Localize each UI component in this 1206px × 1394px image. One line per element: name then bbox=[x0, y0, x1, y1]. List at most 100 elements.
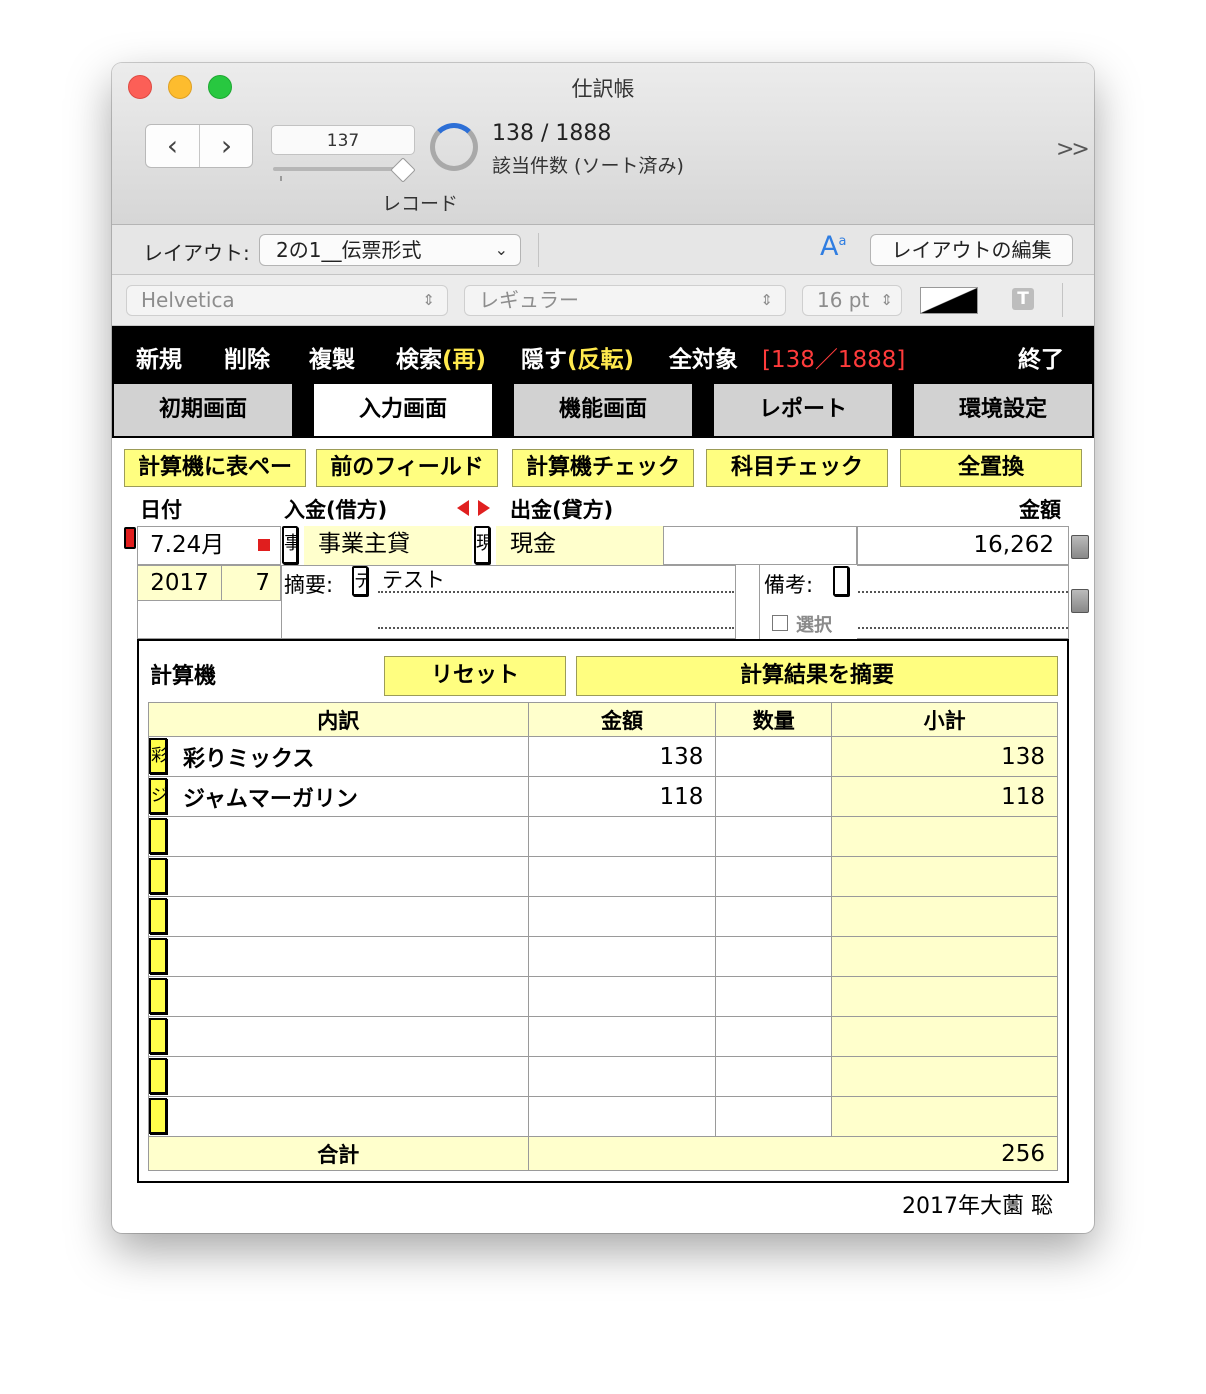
cell-subtotal[interactable]: 118 bbox=[831, 776, 1058, 817]
cell-qty[interactable] bbox=[715, 1096, 833, 1137]
memo-code-field[interactable]: テ bbox=[352, 566, 368, 596]
text-format-icon[interactable]: Aa bbox=[820, 231, 846, 262]
record-slider-knob[interactable] bbox=[390, 157, 416, 183]
row-tab[interactable]: 彩 bbox=[149, 738, 167, 774]
text-tool-icon[interactable]: T bbox=[1012, 288, 1034, 310]
cell-amount[interactable] bbox=[527, 816, 717, 857]
tab-settings[interactable]: 環境設定 bbox=[914, 384, 1092, 436]
size-select[interactable]: 16 pt ⇕ bbox=[802, 285, 902, 316]
arrow-left-icon[interactable] bbox=[457, 500, 469, 516]
cell-item[interactable] bbox=[148, 976, 529, 1017]
cell-subtotal[interactable] bbox=[831, 1096, 1058, 1137]
cell-qty[interactable] bbox=[715, 976, 833, 1017]
credit-account-field[interactable]: 現金 bbox=[496, 526, 664, 565]
row-tab[interactable] bbox=[149, 938, 167, 974]
duplicate-record-button[interactable]: 複製 bbox=[309, 340, 355, 374]
quit-button[interactable]: 終了 bbox=[1018, 340, 1064, 374]
hide-button[interactable]: 隠す(反転) bbox=[521, 340, 634, 374]
row-tab[interactable] bbox=[149, 1018, 167, 1054]
row-tab[interactable] bbox=[149, 1098, 167, 1134]
search-button[interactable]: 検索(再) bbox=[396, 340, 486, 374]
calculator-icon[interactable] bbox=[1071, 589, 1089, 613]
account-check-button[interactable]: 科目チェック bbox=[706, 449, 888, 487]
cell-subtotal[interactable] bbox=[831, 976, 1058, 1017]
cell-subtotal[interactable] bbox=[831, 1056, 1058, 1097]
cell-item[interactable] bbox=[148, 896, 529, 937]
cell-qty[interactable] bbox=[715, 736, 833, 777]
cell-amount[interactable]: 138 bbox=[527, 736, 717, 777]
replace-all-button[interactable]: 全置換 bbox=[900, 449, 1082, 487]
show-all-button[interactable]: 全対象 bbox=[669, 340, 738, 374]
month-field[interactable]: 7 bbox=[221, 565, 281, 601]
font-select[interactable]: Helvetica ⇕ bbox=[126, 285, 448, 316]
row-tab[interactable] bbox=[149, 978, 167, 1014]
cell-amount[interactable] bbox=[527, 896, 717, 937]
arrow-right-icon[interactable] bbox=[478, 500, 490, 516]
cell-item[interactable] bbox=[148, 1056, 529, 1097]
cell-subtotal[interactable] bbox=[831, 856, 1058, 897]
layout-select[interactable]: 2の1__伝票形式 ⌄ bbox=[259, 234, 521, 266]
cell-subtotal[interactable] bbox=[831, 816, 1058, 857]
style-select[interactable]: レギュラー ⇕ bbox=[464, 285, 786, 316]
edit-layout-button[interactable]: レイアウトの編集 bbox=[870, 234, 1073, 266]
cell-subtotal[interactable] bbox=[831, 896, 1058, 937]
cell-item[interactable] bbox=[148, 856, 529, 897]
cell-subtotal[interactable] bbox=[831, 1016, 1058, 1057]
row-tab[interactable] bbox=[149, 858, 167, 894]
cell-subtotal[interactable] bbox=[831, 936, 1058, 977]
cell-qty[interactable] bbox=[715, 896, 833, 937]
row-tab[interactable] bbox=[149, 818, 167, 854]
reset-button[interactable]: リセット bbox=[384, 656, 566, 696]
new-record-button[interactable]: 新規 bbox=[136, 340, 182, 374]
previous-record-button[interactable]: ‹ bbox=[146, 125, 200, 167]
select-checkbox[interactable] bbox=[772, 615, 788, 631]
cell-subtotal[interactable]: 138 bbox=[831, 736, 1058, 777]
row-tab[interactable] bbox=[149, 898, 167, 934]
note-code-field[interactable] bbox=[833, 566, 849, 596]
cell-item[interactable]: 彩彩りミックス bbox=[148, 736, 529, 777]
cell-amount[interactable] bbox=[527, 976, 717, 1017]
cell-amount[interactable] bbox=[527, 1056, 717, 1097]
cell-item[interactable] bbox=[148, 816, 529, 857]
debit-account-field[interactable]: 事業主貸 bbox=[304, 526, 472, 565]
cell-amount[interactable]: 118 bbox=[527, 776, 717, 817]
color-swatch[interactable] bbox=[920, 287, 978, 314]
cell-amount[interactable] bbox=[527, 936, 717, 977]
row-tab[interactable]: ジ bbox=[149, 778, 167, 814]
record-number-field[interactable]: 137 bbox=[271, 125, 415, 155]
paste-to-calculator-button[interactable]: 計算機に表ペー bbox=[124, 449, 306, 487]
cell-qty[interactable] bbox=[715, 1056, 833, 1097]
cell-amount[interactable] bbox=[527, 1016, 717, 1057]
calculator-check-button[interactable]: 計算機チェック bbox=[512, 449, 694, 487]
cell-amount[interactable] bbox=[527, 856, 717, 897]
delete-record-button[interactable]: 削除 bbox=[224, 340, 270, 374]
cell-qty[interactable] bbox=[715, 1016, 833, 1057]
amount-field[interactable]: 16,262 bbox=[857, 526, 1069, 565]
tab-input-screen[interactable]: 入力画面 bbox=[314, 384, 492, 436]
cell-item[interactable] bbox=[148, 1016, 529, 1057]
calculator-icon[interactable] bbox=[1071, 535, 1089, 559]
result-to-memo-button[interactable]: 計算結果を摘要 bbox=[576, 656, 1058, 696]
cell-qty[interactable] bbox=[715, 776, 833, 817]
cell-item[interactable] bbox=[148, 936, 529, 977]
cell-qty[interactable] bbox=[715, 816, 833, 857]
cell-item[interactable] bbox=[148, 1096, 529, 1137]
cell-qty[interactable] bbox=[715, 856, 833, 897]
cell-qty[interactable] bbox=[715, 936, 833, 977]
tab-report[interactable]: レポート bbox=[714, 384, 892, 436]
row-tab[interactable] bbox=[149, 1058, 167, 1094]
toolbar-overflow-button[interactable]: >> bbox=[1056, 137, 1090, 162]
previous-field-button[interactable]: 前のフィールド bbox=[316, 449, 498, 487]
memo-field-line2[interactable] bbox=[378, 605, 734, 629]
credit-code-field[interactable]: 現 bbox=[474, 526, 490, 564]
tab-initial-screen[interactable]: 初期画面 bbox=[114, 384, 292, 436]
cell-item[interactable]: ジジャムマーガリン bbox=[148, 776, 529, 817]
next-record-button[interactable]: › bbox=[200, 125, 253, 167]
cell-amount[interactable] bbox=[527, 1096, 717, 1137]
debit-code-field[interactable]: 事 bbox=[282, 526, 298, 564]
record-marker[interactable] bbox=[124, 527, 136, 549]
chevron-down-icon: ⌄ bbox=[494, 240, 508, 259]
year-field[interactable]: 2017 bbox=[137, 565, 221, 601]
tab-function-screen[interactable]: 機能画面 bbox=[514, 384, 692, 436]
memo-field[interactable]: テスト bbox=[378, 565, 734, 593]
